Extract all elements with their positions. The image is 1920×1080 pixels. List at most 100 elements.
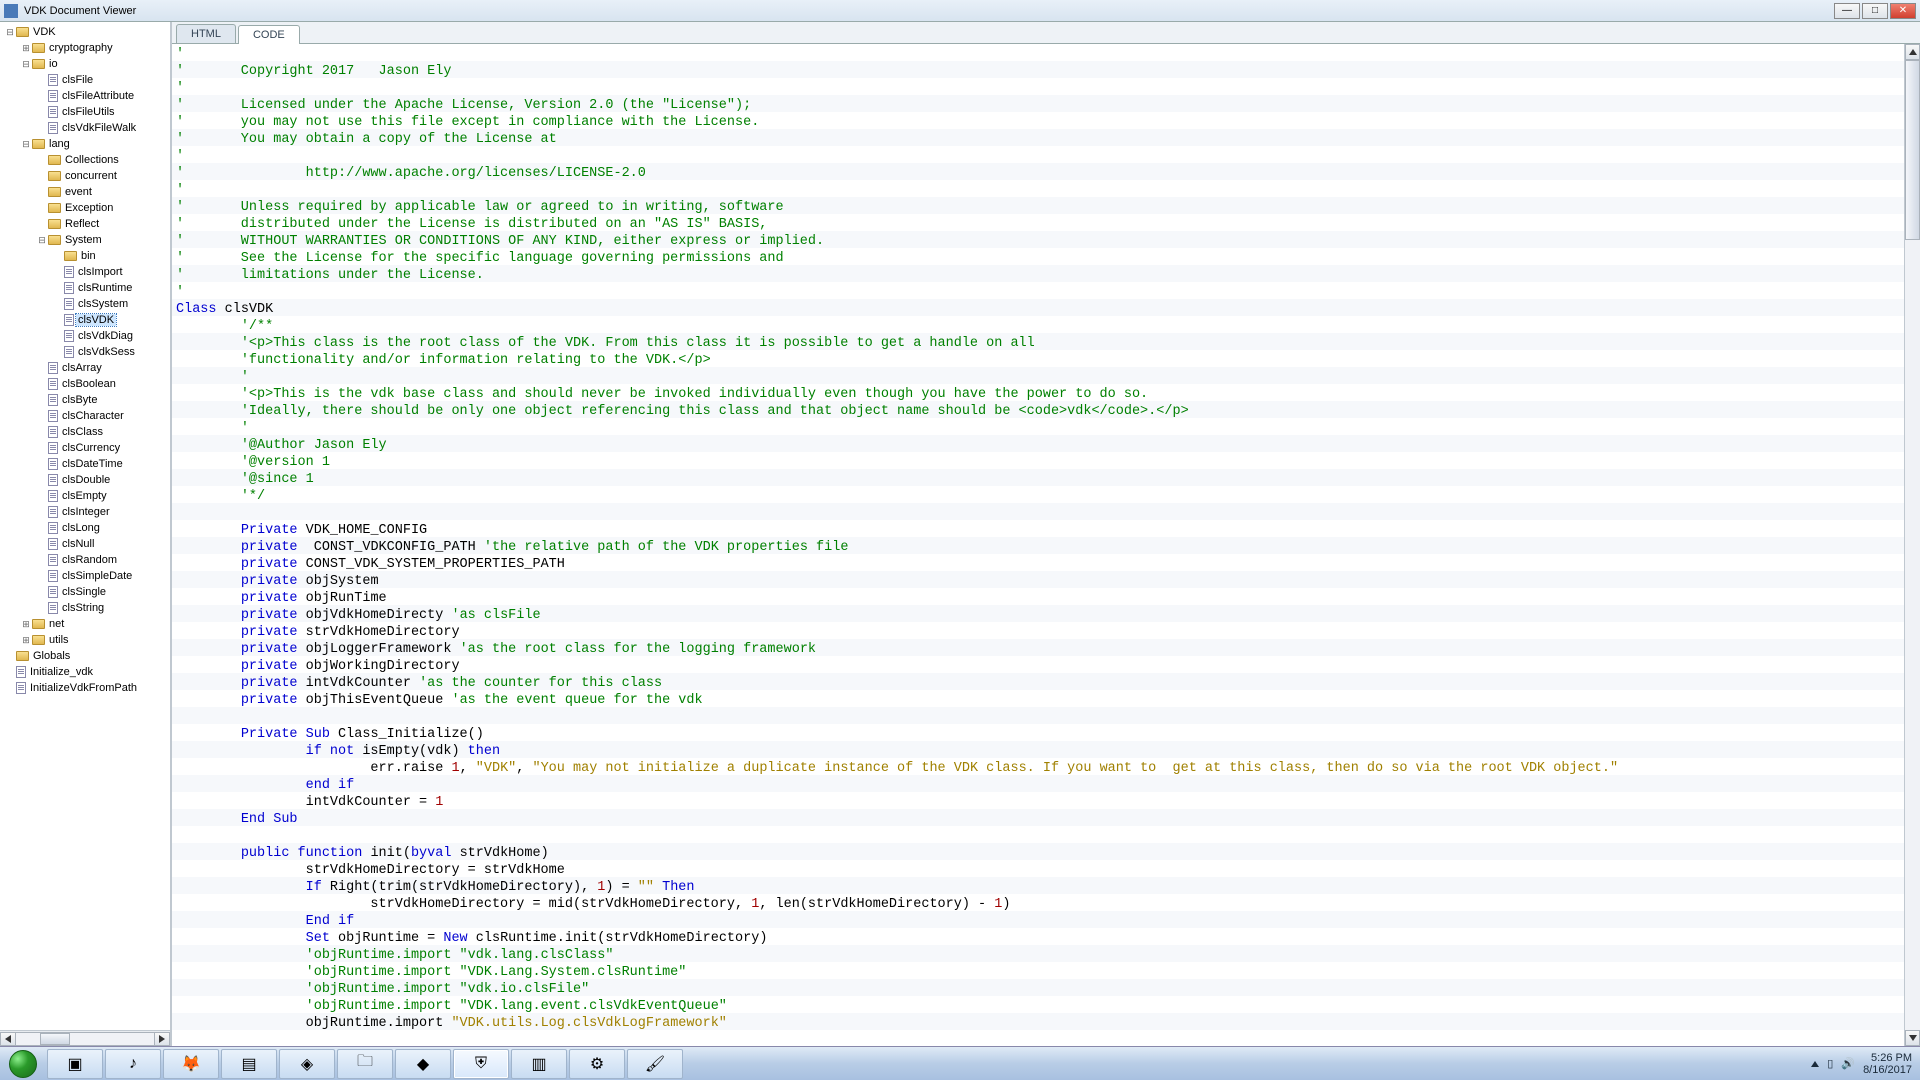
scroll-down-button[interactable] xyxy=(1905,1030,1920,1046)
tree-twisty-icon[interactable]: ⊟ xyxy=(20,59,32,70)
tree-item-vdk[interactable]: ⊟VDK xyxy=(0,24,170,40)
tray-clock[interactable]: 5:26 PM 8/16/2017 xyxy=(1863,1052,1912,1076)
tree-twisty-icon[interactable]: ⊟ xyxy=(4,27,16,38)
taskbar-item-diamond[interactable]: ◆ xyxy=(395,1049,451,1079)
tree-item-clsfileattribute[interactable]: clsFileAttribute xyxy=(0,88,170,104)
tree-item-clsimport[interactable]: clsImport xyxy=(0,264,170,280)
tree-item-label: net xyxy=(47,618,66,630)
file-icon xyxy=(48,490,58,502)
taskbar-item-shield[interactable]: ⛨ xyxy=(453,1049,509,1079)
taskbar-item-explorer[interactable]: ▤ xyxy=(221,1049,277,1079)
tree-item-clsvdkdiag[interactable]: clsVdkDiag xyxy=(0,328,170,344)
file-icon xyxy=(48,554,58,566)
tree-item-net[interactable]: ⊞ net xyxy=(0,616,170,632)
taskbar-item-music[interactable]: ♪ xyxy=(105,1049,161,1079)
code-line: private objWorkingDirectory xyxy=(176,658,1904,675)
tree-item-clsinteger[interactable]: clsInteger xyxy=(0,504,170,520)
tab-code[interactable]: CODE xyxy=(238,25,300,44)
tray-volume-icon[interactable]: 🔊 xyxy=(1841,1057,1855,1070)
tree-item-clsclass[interactable]: clsClass xyxy=(0,424,170,440)
tree-item-lang[interactable]: ⊟lang xyxy=(0,136,170,152)
code-vscroll-track[interactable] xyxy=(1905,60,1920,1030)
tree-item-clslong[interactable]: clsLong xyxy=(0,520,170,536)
tree-item-label: clsInteger xyxy=(60,506,112,518)
tree-item-clsbyte[interactable]: clsByte xyxy=(0,392,170,408)
code-line: ' xyxy=(176,369,1904,386)
close-button[interactable]: ✕ xyxy=(1890,3,1916,19)
tree-item-io[interactable]: ⊟io xyxy=(0,56,170,72)
tree-item-clssystem[interactable]: clsSystem xyxy=(0,296,170,312)
tree-item-clsdouble[interactable]: clsDouble xyxy=(0,472,170,488)
taskbar-item-gear[interactable]: ⚙ xyxy=(569,1049,625,1079)
tree-item-bin[interactable]: bin xyxy=(0,248,170,264)
tree-item-event[interactable]: event xyxy=(0,184,170,200)
taskbar-item-firefox[interactable]: 🦊 xyxy=(163,1049,219,1079)
tree-twisty-icon[interactable]: ⊞ xyxy=(20,635,32,646)
tree-item-utils[interactable]: ⊞utils xyxy=(0,632,170,648)
tree-item-initialize_vdk[interactable]: Initialize_vdk xyxy=(0,664,170,680)
tree-item-clsvdkfilewalk[interactable]: clsVdkFileWalk xyxy=(0,120,170,136)
titlebar[interactable]: VDK Document Viewer — □ ✕ xyxy=(0,0,1920,22)
tree-item-cryptography[interactable]: ⊞cryptography xyxy=(0,40,170,56)
tree-item-clsfileutils[interactable]: clsFileUtils xyxy=(0,104,170,120)
folder-icon: 🗀 xyxy=(357,1050,373,1077)
scroll-right-button[interactable] xyxy=(154,1032,170,1046)
tree-twisty-icon[interactable]: ⊟ xyxy=(20,139,32,150)
tree-hscrollbar[interactable] xyxy=(0,1030,170,1046)
minimize-button[interactable]: — xyxy=(1834,3,1860,19)
code-line xyxy=(176,709,1904,726)
tree-hscroll-track[interactable] xyxy=(16,1032,154,1046)
tree-item-label: clsFile xyxy=(60,74,95,86)
taskbar-item-paint[interactable]: 🖌 xyxy=(627,1049,683,1079)
tree-item-system[interactable]: ⊟System xyxy=(0,232,170,248)
tree-item-clscharacter[interactable]: clsCharacter xyxy=(0,408,170,424)
tree-item-clsdatetime[interactable]: clsDateTime xyxy=(0,456,170,472)
taskbar-item-cube[interactable]: ▣ xyxy=(47,1049,103,1079)
taskbar-item-vbox[interactable]: ◈ xyxy=(279,1049,335,1079)
tree-item-clsarray[interactable]: clsArray xyxy=(0,360,170,376)
tray-expand-icon[interactable] xyxy=(1811,1061,1819,1067)
taskbar-item-chart[interactable]: ▥ xyxy=(511,1049,567,1079)
file-icon xyxy=(48,378,58,390)
scroll-up-button[interactable] xyxy=(1905,44,1920,60)
tree-item-clsvdksess[interactable]: clsVdkSess xyxy=(0,344,170,360)
tree-item-globals[interactable]: Globals xyxy=(0,648,170,664)
tree-item-clssimpledate[interactable]: clsSimpleDate xyxy=(0,568,170,584)
file-icon xyxy=(48,538,58,550)
taskbar-item-folder[interactable]: 🗀 xyxy=(337,1049,393,1079)
tree-item-clssingle[interactable]: clsSingle xyxy=(0,584,170,600)
code-line: Private Sub Class_Initialize() xyxy=(176,726,1904,743)
tray-network-icon[interactable]: ▯ xyxy=(1827,1057,1833,1070)
start-button[interactable] xyxy=(0,1047,46,1080)
tree-item-initializevdkfrompath[interactable]: InitializeVdkFromPath xyxy=(0,680,170,696)
system-tray[interactable]: ▯ 🔊 5:26 PM 8/16/2017 xyxy=(1803,1052,1920,1076)
taskbar[interactable]: ▣♪🦊▤◈ 🗀 ◆⛨ ▥ ⚙ 🖌 ▯ 🔊 5:26 PM 8/16/2017 xyxy=(0,1046,1920,1080)
code-view[interactable]: '' Copyright 2017 Jason Ely'' Licensed u… xyxy=(172,44,1904,1046)
code-vscroll-thumb[interactable] xyxy=(1905,60,1920,240)
tree-item-clsvdk[interactable]: clsVDK xyxy=(0,312,170,328)
tree-item-exception[interactable]: Exception xyxy=(0,200,170,216)
tree-item-clsfile[interactable]: clsFile xyxy=(0,72,170,88)
code-vscrollbar[interactable] xyxy=(1904,44,1920,1046)
tree-item-concurrent[interactable]: concurrent xyxy=(0,168,170,184)
tree-item-collections[interactable]: Collections xyxy=(0,152,170,168)
tree-twisty-icon[interactable]: ⊞ xyxy=(20,43,32,54)
tree-twisty-icon[interactable]: ⊟ xyxy=(36,235,48,246)
folder-icon xyxy=(48,171,61,181)
tree-item-clsboolean[interactable]: clsBoolean xyxy=(0,376,170,392)
gear-icon: ⚙ xyxy=(590,1054,604,1074)
tree-item-clscurrency[interactable]: clsCurrency xyxy=(0,440,170,456)
tree-item-clsstring[interactable]: clsString xyxy=(0,600,170,616)
tab-html[interactable]: HTML xyxy=(176,24,236,43)
maximize-button[interactable]: □ xyxy=(1862,3,1888,19)
tree-item-reflect[interactable]: Reflect xyxy=(0,216,170,232)
tree-item-clsempty[interactable]: clsEmpty xyxy=(0,488,170,504)
tree-view[interactable]: ⊟VDK⊞cryptography⊟io clsFile clsFileAttrib… xyxy=(0,22,170,1030)
tree-item-clsruntime[interactable]: clsRuntime xyxy=(0,280,170,296)
chart-icon: ▥ xyxy=(531,1054,546,1074)
tree-item-clsnull[interactable]: clsNull xyxy=(0,536,170,552)
tree-hscroll-thumb[interactable] xyxy=(40,1033,70,1045)
tree-item-clsrandom[interactable]: clsRandom xyxy=(0,552,170,568)
scroll-left-button[interactable] xyxy=(0,1032,16,1046)
tree-twisty-icon[interactable]: ⊞ xyxy=(20,619,32,630)
